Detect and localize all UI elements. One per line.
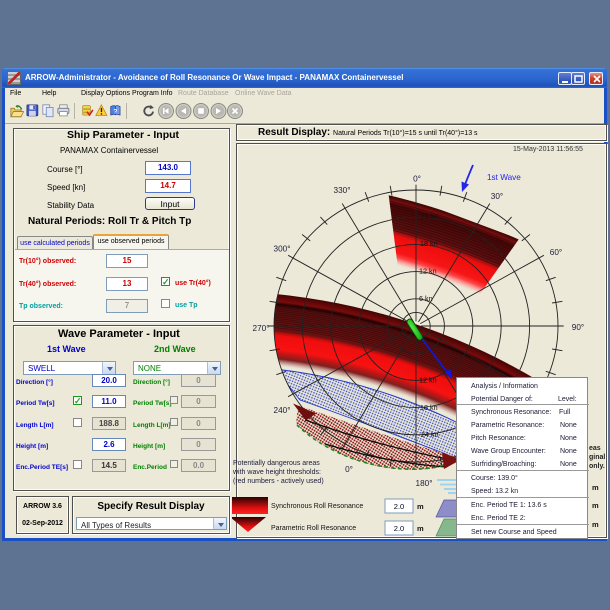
- svg-text:?: ?: [113, 108, 117, 115]
